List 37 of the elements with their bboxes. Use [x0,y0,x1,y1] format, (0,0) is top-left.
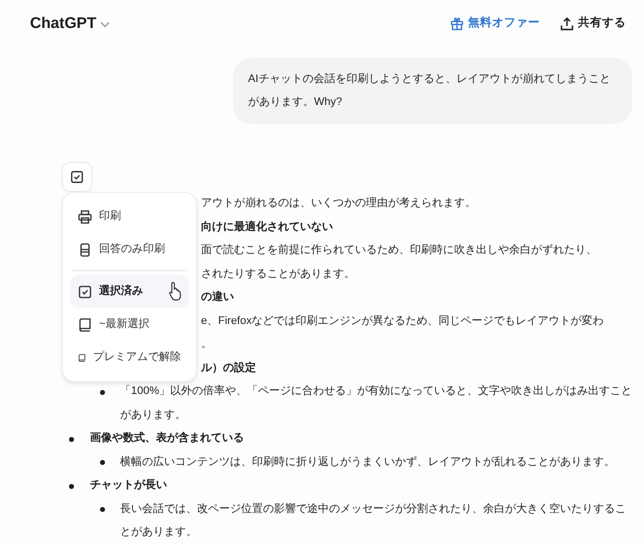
share-button[interactable]: 共有する [560,15,626,33]
section-heading: チャットが長い [90,478,167,493]
menu-item[interactable]: ~最新選択 [70,308,189,341]
bullet-icon [69,484,74,488]
book-icon [78,318,92,332]
checkbox-icon [71,171,83,183]
bullet-icon [100,460,105,465]
answer-heading: の違い [201,290,234,305]
answer-heading: ル）の設定 [201,360,256,376]
free-offer-button[interactable]: 無料オファー [450,15,540,33]
chevron-down-icon[interactable] [100,20,110,28]
answer-text: 「100%」以外の倍率や、「ページに合わせる」が有効になっていると、文字や吹き出しがはみ出すことがあります。 [120,384,634,422]
answer-text: e、Firefoxなどでは印刷エンジンが異なるため、同じページでもレイアウトが変わ [201,314,604,328]
menu-item[interactable]: 回答のみ印刷 [70,233,189,266]
answer-text: アウトが崩れるのは、いくつかの理由が考えられます。 [201,196,476,211]
share-icon [560,17,574,31]
checkbox-icon [78,284,92,298]
bullet-icon [100,507,105,512]
printer-icon [78,210,92,224]
gift-icon [450,17,464,31]
model-title[interactable]: ChatGPT [30,12,96,36]
answer-text: 横幅の広いコンテンツは、印刷時に折り返しがうまくいかず、レイアウトが乱れることがあります。 [120,454,616,470]
bullet-icon [100,390,105,394]
answer-heading: 向けに最適化されていない [201,220,333,234]
bullet-icon [69,436,74,442]
menu-item[interactable]: プレミアムで解除 [70,341,189,374]
menu-item[interactable]: 選択済み [70,275,189,308]
section-heading: 画像や数式、表が含まれている [90,430,244,446]
answer-text: されたりすることがあります。 [201,266,355,282]
hand-cursor-icon [168,281,184,301]
answer-text: 長い会話では、改ページ位置の影響で途中のメッセージが分割されたり、余白が大きく空いたりすることがあります。 [120,502,627,540]
answer-text: 。 [201,337,212,352]
user-message: AIチャットの会話を印刷しようとすると、レイアウトが崩れてしまうことがあります。Why? [233,58,632,124]
select-toggle-button[interactable] [62,162,92,192]
menu-item[interactable]: 印刷 [70,200,189,233]
answer-text: 面で読むことを前提に作られているため、印刷時に吹き出しや余白がずれたり、 [201,243,597,258]
document-icon [78,242,92,256]
